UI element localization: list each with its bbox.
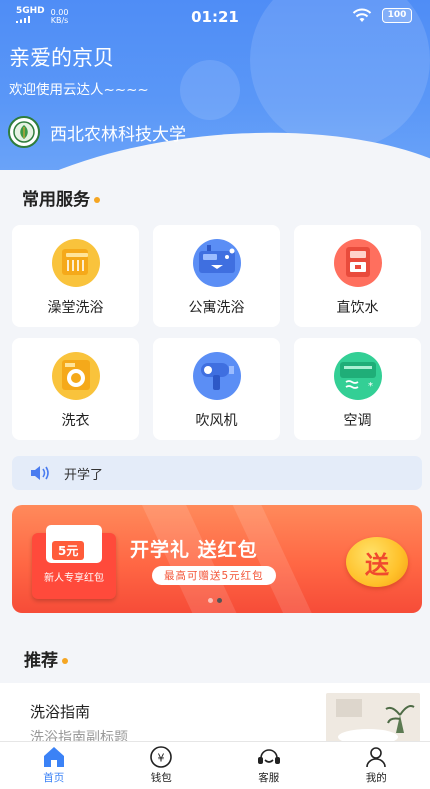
banner-title: 开学礼 送红包 bbox=[130, 539, 258, 561]
tab-label: 钱包 bbox=[150, 772, 172, 784]
tab-wallet[interactable]: ¥ 钱包 bbox=[108, 742, 216, 789]
coupon-graphic: 5元 新人专享红包 bbox=[32, 525, 116, 599]
notice-text: 开学了 bbox=[64, 467, 104, 483]
services-title-text: 常用服务 bbox=[22, 190, 90, 210]
school-name: 西北农林科技大学 bbox=[50, 124, 186, 145]
service-label: 洗衣 bbox=[61, 413, 90, 429]
wallet-icon: ¥ bbox=[150, 746, 173, 768]
coupon-tag: 新人专享红包 bbox=[44, 573, 104, 584]
hair-dryer-icon bbox=[192, 352, 241, 400]
services-section-title: 常用服务 bbox=[22, 185, 100, 210]
school-logo-icon bbox=[8, 116, 40, 148]
leaf-emblem-icon bbox=[13, 121, 35, 143]
profile-icon bbox=[366, 747, 387, 768]
title-dot bbox=[62, 658, 68, 664]
svg-text:¥: ¥ bbox=[158, 752, 165, 765]
welcome-text: 欢迎使用云达人~~~~ bbox=[9, 82, 149, 98]
speaker-icon bbox=[31, 466, 49, 480]
recommend-card-title: 洗浴指南 bbox=[30, 703, 91, 721]
banner-subtitle: 最高可赠送5元红包 bbox=[152, 566, 276, 585]
tab-profile[interactable]: 我的 bbox=[323, 742, 430, 789]
service-apartment-bath[interactable]: 公寓洗浴 bbox=[153, 225, 280, 327]
customer-service-icon bbox=[257, 749, 280, 764]
send-gift-badge: 送 bbox=[346, 537, 408, 587]
recommend-thumbnail bbox=[326, 693, 420, 743]
shower-icon bbox=[51, 239, 100, 287]
page-dot-active[interactable] bbox=[217, 598, 222, 603]
coupon-amount: 5元 bbox=[52, 541, 85, 560]
washing-machine-icon bbox=[51, 352, 100, 400]
promo-banner[interactable]: 5元 新人专享红包 开学礼 送红包 最高可赠送5元红包 送 bbox=[12, 505, 422, 613]
air-conditioner-icon: * bbox=[333, 352, 382, 400]
water-heater-icon bbox=[192, 239, 241, 287]
services-grid: 澡堂洗浴 公寓洗浴 直饮水 洗衣 吹风机 * 空调 bbox=[12, 225, 422, 440]
page-dot[interactable] bbox=[208, 598, 213, 603]
service-label: 澡堂洗浴 bbox=[47, 300, 104, 316]
recommend-card[interactable]: 洗浴指南 洗浴指南副标题 bbox=[0, 683, 430, 746]
service-laundry[interactable]: 洗衣 bbox=[12, 338, 139, 440]
service-bath-house[interactable]: 澡堂洗浴 bbox=[12, 225, 139, 327]
water-dispenser-icon bbox=[333, 239, 382, 287]
service-label: 直饮水 bbox=[336, 300, 379, 316]
bottom-tab-bar: 首页 ¥ 钱包 客服 我的 bbox=[0, 741, 430, 789]
tab-home[interactable]: 首页 bbox=[0, 742, 108, 789]
tab-label: 首页 bbox=[43, 772, 65, 784]
svg-text:*: * bbox=[368, 381, 373, 392]
greeting-title: 亲爱的京贝 bbox=[9, 46, 114, 70]
tab-customer-service[interactable]: 客服 bbox=[215, 742, 323, 789]
service-air-conditioner[interactable]: * 空调 bbox=[294, 338, 421, 440]
decor-bubble bbox=[180, 60, 240, 120]
recommend-title-text: 推荐 bbox=[24, 651, 58, 671]
service-label: 空调 bbox=[343, 413, 372, 429]
home-icon bbox=[43, 747, 64, 767]
tab-label: 客服 bbox=[258, 772, 280, 784]
title-dot bbox=[94, 197, 100, 203]
service-hair-dryer[interactable]: 吹风机 bbox=[153, 338, 280, 440]
status-right: 100 bbox=[352, 8, 412, 23]
recommend-section-title: 推荐 bbox=[24, 646, 68, 671]
school-selector[interactable]: 西北农林科技大学 bbox=[8, 116, 186, 148]
service-drinking-water[interactable]: 直饮水 bbox=[294, 225, 421, 327]
service-label: 吹风机 bbox=[195, 413, 238, 429]
battery-indicator: 100 bbox=[382, 8, 412, 23]
service-label: 公寓洗浴 bbox=[188, 300, 245, 316]
wifi-icon bbox=[352, 8, 372, 22]
tab-label: 我的 bbox=[365, 772, 387, 784]
status-bar: 5GHD 0.00 KB/s 01:21 100 bbox=[0, 0, 430, 34]
notice-bar[interactable]: 开学了 bbox=[12, 456, 422, 490]
bathroom-image bbox=[326, 693, 420, 743]
banner-pagination bbox=[208, 598, 222, 603]
